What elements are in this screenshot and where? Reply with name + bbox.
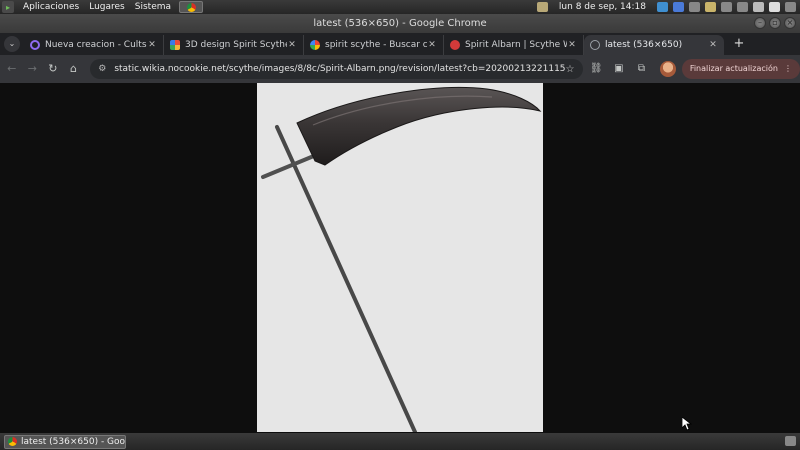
tab-label: Nueva creacion - Cults xyxy=(45,40,147,50)
url-text[interactable]: static.wikia.nocookie.net/scythe/images/… xyxy=(114,64,565,74)
tab-cults[interactable]: Nueva creacion - Cults ✕ xyxy=(24,35,164,55)
new-tab-button[interactable]: + xyxy=(730,36,748,54)
tab-latest-image[interactable]: latest (536×650) ✕ xyxy=(584,35,724,55)
google-favicon-icon xyxy=(310,40,320,50)
tab-label: 3D design Spirit Scythe h xyxy=(185,40,287,50)
tab-label: latest (536×650) xyxy=(605,40,683,50)
clipboard-icon[interactable] xyxy=(689,2,700,12)
chrome-icon xyxy=(8,437,17,446)
app-tray-icon[interactable] xyxy=(657,2,668,12)
back-button[interactable]: ← xyxy=(3,60,21,78)
window-title: latest (536×650) - Google Chrome xyxy=(313,18,487,29)
displayed-image[interactable] xyxy=(257,83,543,432)
network-signal-icon[interactable] xyxy=(737,2,748,12)
mouse-cursor-icon xyxy=(682,417,692,431)
scythe-image xyxy=(261,87,542,432)
show-desktop-icon[interactable] xyxy=(785,436,796,446)
tab-close-icon[interactable]: ✕ xyxy=(427,40,437,50)
clock[interactable]: lun 8 de sep, 14:18 xyxy=(553,2,652,12)
battery-icon[interactable] xyxy=(753,2,764,12)
profile-avatar[interactable] xyxy=(660,61,676,77)
power-icon[interactable] xyxy=(785,2,796,12)
menu-sistema[interactable]: Sistema xyxy=(130,0,176,14)
screenshot-extension-icon[interactable]: ▣ xyxy=(610,60,628,78)
maximize-button[interactable]: ▫ xyxy=(769,17,781,29)
grid-favicon-icon xyxy=(170,40,180,50)
menu-aplicaciones[interactable]: Aplicaciones xyxy=(18,0,84,14)
tab-google-search[interactable]: spirit scythe - Buscar con ✕ xyxy=(304,35,444,55)
window-titlebar[interactable]: latest (536×650) - Google Chrome – ▫ × xyxy=(0,14,800,33)
address-bar[interactable]: ⚙ static.wikia.nocookie.net/scythe/image… xyxy=(90,59,583,79)
reload-button[interactable]: ↻ xyxy=(44,60,62,78)
tab-close-icon[interactable]: ✕ xyxy=(147,40,157,50)
link-extension-icon[interactable]: ⛓ xyxy=(588,60,606,78)
notes-icon[interactable] xyxy=(705,2,716,12)
page-content xyxy=(0,83,800,433)
chrome-launcher-icon[interactable] xyxy=(179,1,204,13)
menu-lugares[interactable]: Lugares xyxy=(84,0,130,14)
tab-search-button[interactable]: ⌄ xyxy=(4,36,20,52)
fandom-favicon-icon xyxy=(450,40,460,50)
globe-favicon-icon xyxy=(590,40,600,50)
cults-favicon-icon xyxy=(30,40,40,50)
volume-icon[interactable] xyxy=(721,2,732,12)
forward-button[interactable]: → xyxy=(24,60,42,78)
chrome-icon xyxy=(186,2,196,12)
tab-label: spirit scythe - Buscar con xyxy=(325,40,427,50)
more-menu-icon[interactable]: ⋮ xyxy=(784,59,792,79)
tab-close-icon[interactable]: ✕ xyxy=(567,40,577,50)
taskbar-chrome-window[interactable]: latest (536×650) - Googl... xyxy=(4,434,126,449)
scythe-shaft xyxy=(275,125,417,432)
tab-strip: ⌄ Nueva creacion - Cults ✕ 3D design Spi… xyxy=(0,33,800,55)
close-window-button[interactable]: × xyxy=(784,17,796,29)
system-top-panel: ▸ Aplicaciones Lugares Sistema lun 8 de … xyxy=(0,0,800,14)
finish-update-button[interactable]: Finalizar actualización ⋮ xyxy=(681,59,800,79)
site-info-icon[interactable]: ⚙ xyxy=(98,64,106,74)
tab-close-icon[interactable]: ✕ xyxy=(708,40,718,50)
home-button[interactable]: ⌂ xyxy=(65,60,83,78)
bluetooth-icon[interactable] xyxy=(673,2,684,12)
folder-icon[interactable] xyxy=(536,2,548,12)
keyboard-icon[interactable] xyxy=(769,2,780,12)
extensions-icon[interactable]: ⧉ xyxy=(633,60,651,78)
browser-toolbar: ← → ↻ ⌂ ⚙ static.wikia.nocookie.net/scyt… xyxy=(0,55,800,83)
minimize-button[interactable]: – xyxy=(754,17,766,29)
tab-close-icon[interactable]: ✕ xyxy=(287,40,297,50)
taskbar-item-label: latest (536×650) - Googl... xyxy=(21,436,126,447)
bookmark-star-icon[interactable]: ☆ xyxy=(566,64,575,75)
window-controls: – ▫ × xyxy=(754,17,796,29)
tab-3d-design[interactable]: 3D design Spirit Scythe h ✕ xyxy=(164,35,304,55)
tab-fandom-wiki[interactable]: Spirit Albarn | Scythe Wik ✕ xyxy=(444,35,584,55)
tab-label: Spirit Albarn | Scythe Wik xyxy=(465,40,567,50)
system-logo-icon[interactable]: ▸ xyxy=(2,1,14,13)
system-taskbar: latest (536×650) - Googl... xyxy=(0,433,800,450)
desktop-screen: ▸ Aplicaciones Lugares Sistema lun 8 de … xyxy=(0,0,800,450)
system-tray: lun 8 de sep, 14:18 xyxy=(536,0,800,14)
update-label: Finalizar actualización xyxy=(689,64,778,73)
